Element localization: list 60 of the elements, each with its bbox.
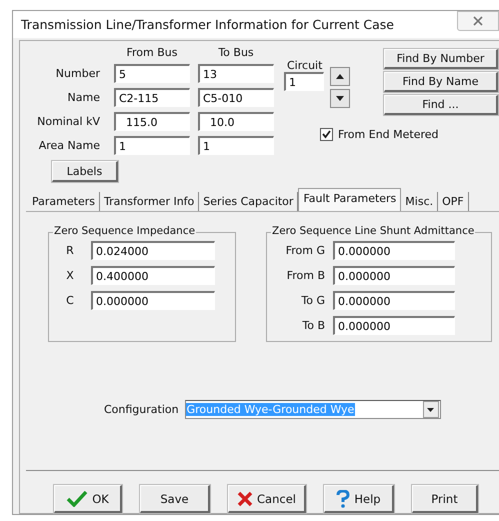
- caret-icon: [427, 408, 434, 412]
- to-bus-field[interactable]: C5-010: [198, 88, 274, 107]
- checkmark-icon: [66, 490, 88, 506]
- field-label: To B: [301, 319, 326, 332]
- tab[interactable]: Fault Parameters: [298, 188, 402, 211]
- admittance-field[interactable]: 0.000000: [333, 266, 455, 285]
- field-label: C: [65, 294, 75, 307]
- window-title: Transmission Line/Transformer Information for Current Case: [21, 17, 394, 32]
- field-label: Name: [66, 91, 101, 104]
- to-bus-field[interactable]: 13: [198, 64, 274, 83]
- circuit-label: Circuit: [286, 59, 324, 72]
- group-title: Zero Sequence Impedance: [53, 225, 196, 237]
- find-button[interactable]: Find By Number: [384, 49, 498, 69]
- tab[interactable]: Misc.: [401, 192, 438, 211]
- circuit-field[interactable]: 1: [284, 72, 324, 91]
- close-icon: [472, 16, 484, 26]
- question-mark-icon: [336, 490, 350, 508]
- to-bus-field[interactable]: 10.0: [198, 112, 274, 131]
- tab[interactable]: OPF: [438, 192, 469, 211]
- field-label: From B: [286, 269, 326, 282]
- from-bus-field[interactable]: C2-115: [114, 88, 190, 107]
- impedance-field[interactable]: 0.024000: [91, 241, 215, 260]
- tab[interactable]: Parameters: [28, 192, 100, 211]
- dialog-button[interactable]: OK: [54, 485, 122, 513]
- field-label: Nominal kV: [36, 115, 101, 128]
- checkbox-label: From End Metered: [338, 128, 439, 141]
- field-label: R: [65, 244, 75, 257]
- spin-up-button[interactable]: [330, 67, 350, 86]
- spin-down-button[interactable]: [330, 89, 350, 108]
- to-bus-field[interactable]: 1: [198, 136, 274, 155]
- x-icon: [237, 490, 254, 506]
- find-button[interactable]: Find ...: [384, 95, 498, 115]
- dialog-button[interactable]: Print: [412, 485, 478, 513]
- field-label: To G: [300, 294, 326, 307]
- column-header: To Bus: [217, 47, 255, 59]
- field-label: Number: [54, 67, 101, 80]
- field-label: X: [65, 269, 75, 282]
- checkbox[interactable]: [320, 128, 333, 141]
- admittance-field[interactable]: 0.000000: [333, 241, 455, 260]
- find-button[interactable]: Find By Name: [384, 72, 498, 92]
- field-label: From G: [284, 244, 326, 257]
- field-label: Area Name: [38, 139, 101, 152]
- admittance-field[interactable]: 0.000000: [333, 291, 455, 310]
- impedance-field[interactable]: 0.000000: [91, 291, 215, 310]
- group-title: Zero Sequence Line Shunt Admittance: [271, 225, 476, 237]
- labels-button[interactable]: Labels: [52, 161, 118, 182]
- dialog-button[interactable]: Help: [324, 485, 394, 513]
- column-header: From Bus: [126, 47, 178, 59]
- from-bus-field[interactable]: 5: [114, 64, 190, 83]
- configuration-label: Configuration: [104, 403, 179, 416]
- close-button[interactable]: [457, 10, 499, 30]
- from-bus-field[interactable]: 1: [114, 136, 190, 155]
- tab[interactable]: Transformer Info: [100, 192, 200, 211]
- admittance-field[interactable]: 0.000000: [333, 316, 455, 335]
- dialog-button[interactable]: Cancel: [228, 485, 306, 513]
- impedance-field[interactable]: 0.400000: [91, 266, 215, 285]
- up-triangle-icon: [336, 74, 344, 79]
- down-triangle-icon: [336, 96, 344, 101]
- from-bus-field[interactable]: 115.0: [114, 112, 190, 131]
- dialog-button[interactable]: Save: [140, 485, 210, 513]
